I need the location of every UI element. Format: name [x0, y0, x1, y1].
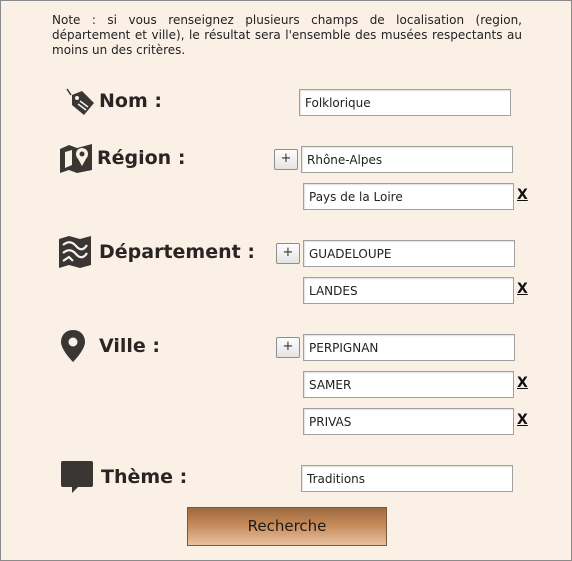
add-region-button[interactable]: + — [274, 149, 298, 170]
note-text: Note : si vous renseignez plusieurs cham… — [52, 13, 522, 57]
region-input[interactable] — [301, 146, 513, 173]
region-label: Région : — [97, 147, 186, 169]
location-pin-icon — [60, 329, 86, 367]
nom-label: Nom : — [99, 90, 162, 112]
remove-departement-button[interactable]: X — [517, 281, 528, 297]
departement-input[interactable] — [303, 277, 514, 304]
ville-label: Ville : — [99, 335, 161, 357]
departement-label: Département : — [99, 241, 255, 263]
folded-map-icon — [58, 235, 92, 273]
price-tag-icon — [63, 85, 97, 123]
search-button[interactable]: Recherche — [187, 507, 387, 546]
remove-region-button[interactable]: X — [517, 187, 528, 203]
ville-input[interactable] — [303, 408, 514, 435]
add-ville-button[interactable]: + — [276, 337, 300, 358]
ville-input[interactable] — [303, 334, 515, 361]
nom-input[interactable] — [299, 89, 511, 116]
add-departement-button[interactable]: + — [276, 243, 300, 264]
theme-input[interactable] — [301, 465, 513, 492]
search-form-panel: Note : si vous renseignez plusieurs cham… — [0, 0, 572, 561]
region-input[interactable] — [303, 183, 514, 210]
ville-input[interactable] — [303, 371, 514, 398]
speech-bubble-icon — [60, 460, 94, 498]
departement-input[interactable] — [303, 240, 515, 267]
remove-ville-button[interactable]: X — [517, 375, 528, 391]
map-marker-icon — [59, 142, 93, 178]
remove-ville-button[interactable]: X — [517, 412, 528, 428]
theme-label: Thème : — [101, 466, 188, 488]
